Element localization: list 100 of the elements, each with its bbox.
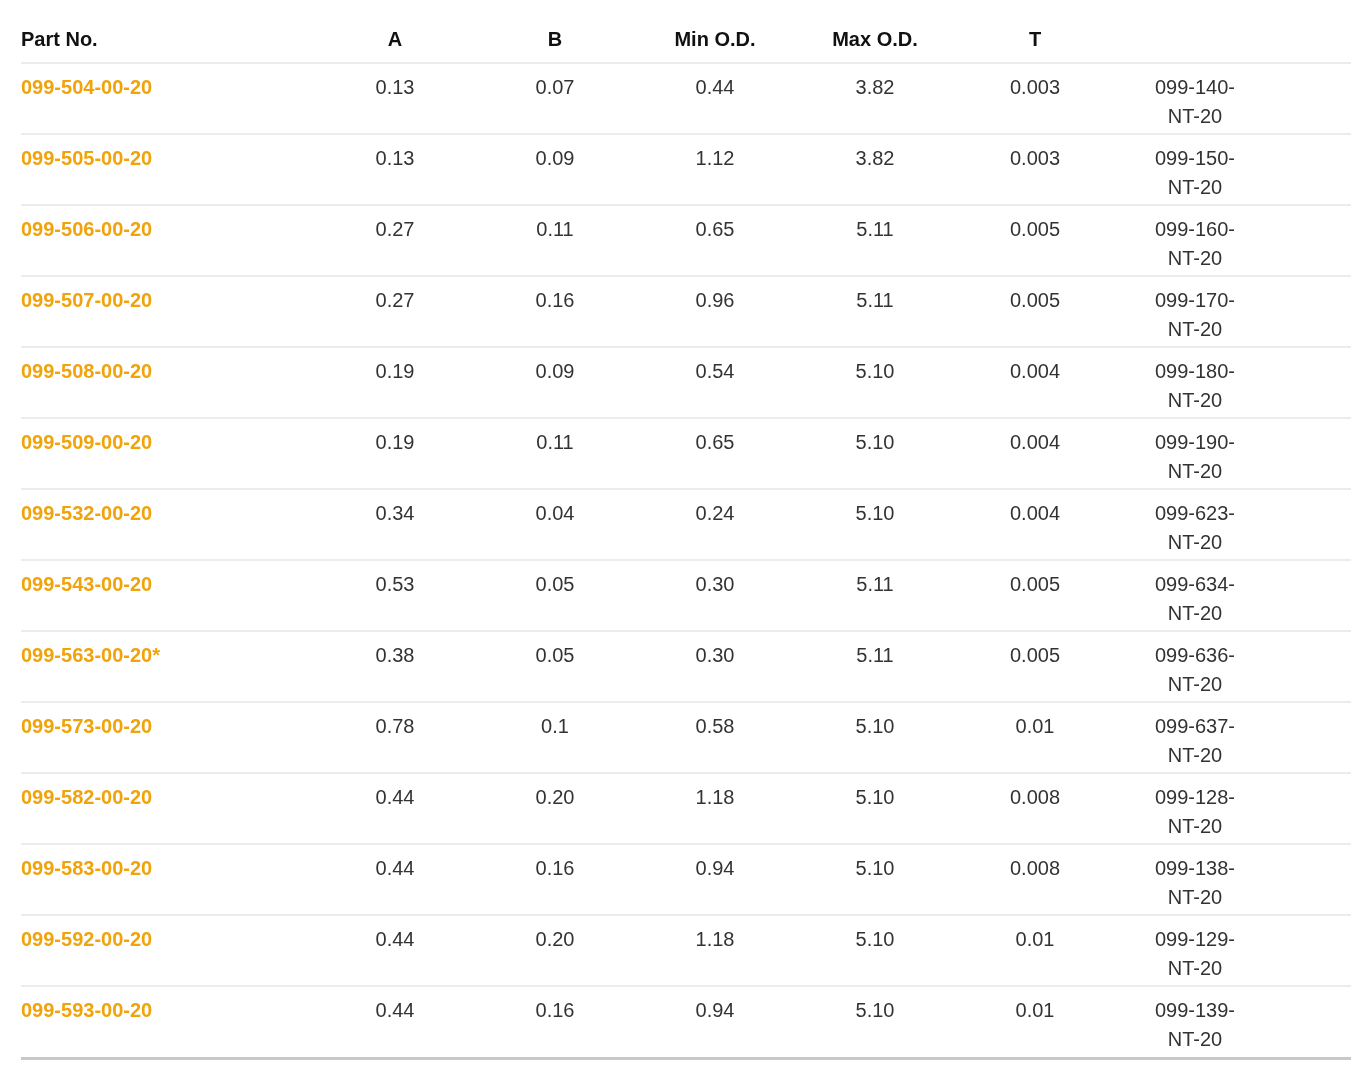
table-cell: 0.65 — [695, 218, 735, 240]
part-number-link[interactable]: 099-504-00-20 — [21, 76, 153, 98]
table-cell: 0.44 — [695, 76, 735, 98]
table-cell-text: 099-150-NT-20 — [1153, 146, 1237, 200]
table-cell: 0.30 — [695, 644, 735, 666]
part-number-link[interactable]: 099-583-00-20 — [21, 857, 153, 879]
table-cell: 1.18 — [695, 928, 735, 950]
table-cell: 0.44 — [375, 786, 415, 808]
table-cell: 0.11 — [536, 431, 574, 453]
table-cell: 0.30 — [695, 573, 735, 595]
table-cell: 0.09 — [535, 360, 575, 382]
table-cell: 0.13 — [375, 76, 415, 98]
part-number-link[interactable]: 099-592-00-20 — [21, 928, 153, 950]
table-cell: 0.44 — [375, 928, 415, 950]
part-number-link[interactable]: 099-582-00-20 — [21, 786, 153, 808]
column-header: Part No. — [21, 28, 98, 50]
table-cell-text: 099-180-NT-20 — [1153, 359, 1237, 413]
column-header: A — [387, 28, 403, 50]
table-cell: 0.008 — [1009, 786, 1061, 808]
table-cell: 0.96 — [695, 289, 735, 311]
table-cell: 0.16 — [535, 857, 575, 879]
table-cell: 0.01 — [1015, 928, 1055, 950]
table-cell-text: 099-636-NT-20 — [1153, 643, 1237, 697]
table-cell: 5.11 — [856, 573, 894, 595]
table-cell-text: 099-634-NT-20 — [1153, 572, 1237, 626]
table-cell: 0.005 — [1009, 289, 1061, 311]
table-cell: 0.65 — [695, 431, 735, 453]
table-cell: 0.44 — [375, 857, 415, 879]
table-cell: 0.53 — [375, 573, 415, 595]
table-cell: 0.003 — [1009, 76, 1061, 98]
table-cell: 0.07 — [535, 76, 575, 98]
table-cell: 1.12 — [695, 147, 735, 169]
table-cell: 0.05 — [535, 644, 575, 666]
table-cell: 5.10 — [855, 431, 895, 453]
table-cell: 0.005 — [1009, 573, 1061, 595]
table-cell: 3.82 — [855, 76, 895, 98]
table-cell: 0.09 — [535, 147, 575, 169]
column-header: T — [1028, 28, 1042, 50]
table-cell: 0.004 — [1009, 431, 1061, 453]
table-cell-text: 099-139-NT-20 — [1153, 998, 1237, 1052]
part-number-link[interactable]: 099-505-00-20 — [21, 147, 153, 169]
table-cell: 0.04 — [535, 502, 575, 524]
table-cell: 0.003 — [1009, 147, 1061, 169]
table-cell: 5.11 — [856, 289, 894, 311]
table-cell-text: 099-129-NT-20 — [1153, 927, 1237, 981]
table-cell: 0.13 — [375, 147, 415, 169]
table-cell: 0.54 — [695, 360, 735, 382]
table-cell: 5.11 — [856, 218, 894, 240]
table-cell-text: 099-138-NT-20 — [1153, 856, 1237, 910]
table-cell: 0.24 — [695, 502, 735, 524]
table-cell: 5.10 — [855, 928, 895, 950]
table-cell: 0.27 — [375, 218, 415, 240]
table-cell: 5.10 — [855, 715, 895, 737]
table-cell: 0.20 — [535, 786, 575, 808]
table-cell: 0.38 — [375, 644, 415, 666]
part-number-link[interactable]: 099-593-00-20 — [21, 999, 153, 1021]
part-number-link[interactable]: 099-532-00-20 — [21, 502, 153, 524]
table-cell: 0.16 — [535, 999, 575, 1021]
table-cell: 0.05 — [535, 573, 575, 595]
table-cell: 0.1 — [541, 715, 569, 737]
table-cell: 0.004 — [1009, 502, 1061, 524]
part-number-link[interactable]: 099-506-00-20 — [21, 218, 153, 240]
part-number-link[interactable]: 099-508-00-20 — [21, 360, 153, 382]
part-number-link[interactable]: 099-543-00-20 — [21, 573, 153, 595]
column-header: Max O.D. — [832, 28, 918, 50]
part-number-link[interactable]: 099-563-00-20* — [21, 644, 160, 666]
table-cell-text: 099-128-NT-20 — [1153, 785, 1237, 839]
table-cell: 1.18 — [695, 786, 735, 808]
table-cell: 0.008 — [1009, 857, 1061, 879]
table-cell: 5.10 — [855, 786, 895, 808]
table-cell: 0.11 — [536, 218, 574, 240]
table-cell: 5.10 — [855, 857, 895, 879]
table-cell: 5.10 — [855, 502, 895, 524]
table-cell: 0.01 — [1015, 715, 1055, 737]
table-cell: 0.19 — [375, 431, 415, 453]
table-cell: 0.01 — [1015, 999, 1055, 1021]
table-cell: 0.20 — [535, 928, 575, 950]
table-cell: 5.10 — [855, 360, 895, 382]
table-cell: 0.94 — [695, 999, 735, 1021]
table-cell: 0.27 — [375, 289, 415, 311]
table-cell-text: 099-140-NT-20 — [1153, 75, 1237, 129]
part-number-link[interactable]: 099-573-00-20 — [21, 715, 153, 737]
table-cell: 0.78 — [375, 715, 415, 737]
table-cell: 0.005 — [1009, 644, 1061, 666]
table-cell: 0.004 — [1009, 360, 1061, 382]
table-cell: 5.10 — [855, 999, 895, 1021]
table-cell: 0.005 — [1009, 218, 1061, 240]
table-cell: 3.82 — [855, 147, 895, 169]
part-number-link[interactable]: 099-509-00-20 — [21, 431, 153, 453]
table-cell-text: 099-190-NT-20 — [1153, 430, 1237, 484]
table-cell-text: 099-160-NT-20 — [1153, 217, 1237, 271]
table-cell: 0.16 — [535, 289, 575, 311]
column-header: Min O.D. — [674, 28, 756, 50]
table-cell: 0.44 — [375, 999, 415, 1021]
part-number-link[interactable]: 099-507-00-20 — [21, 289, 153, 311]
table-cell: 0.34 — [375, 502, 415, 524]
table-cell-text: 099-623-NT-20 — [1153, 501, 1237, 555]
column-header: B — [547, 28, 563, 50]
table-cell-text: 099-637-NT-20 — [1153, 714, 1237, 768]
table-cell: 5.11 — [856, 644, 894, 666]
